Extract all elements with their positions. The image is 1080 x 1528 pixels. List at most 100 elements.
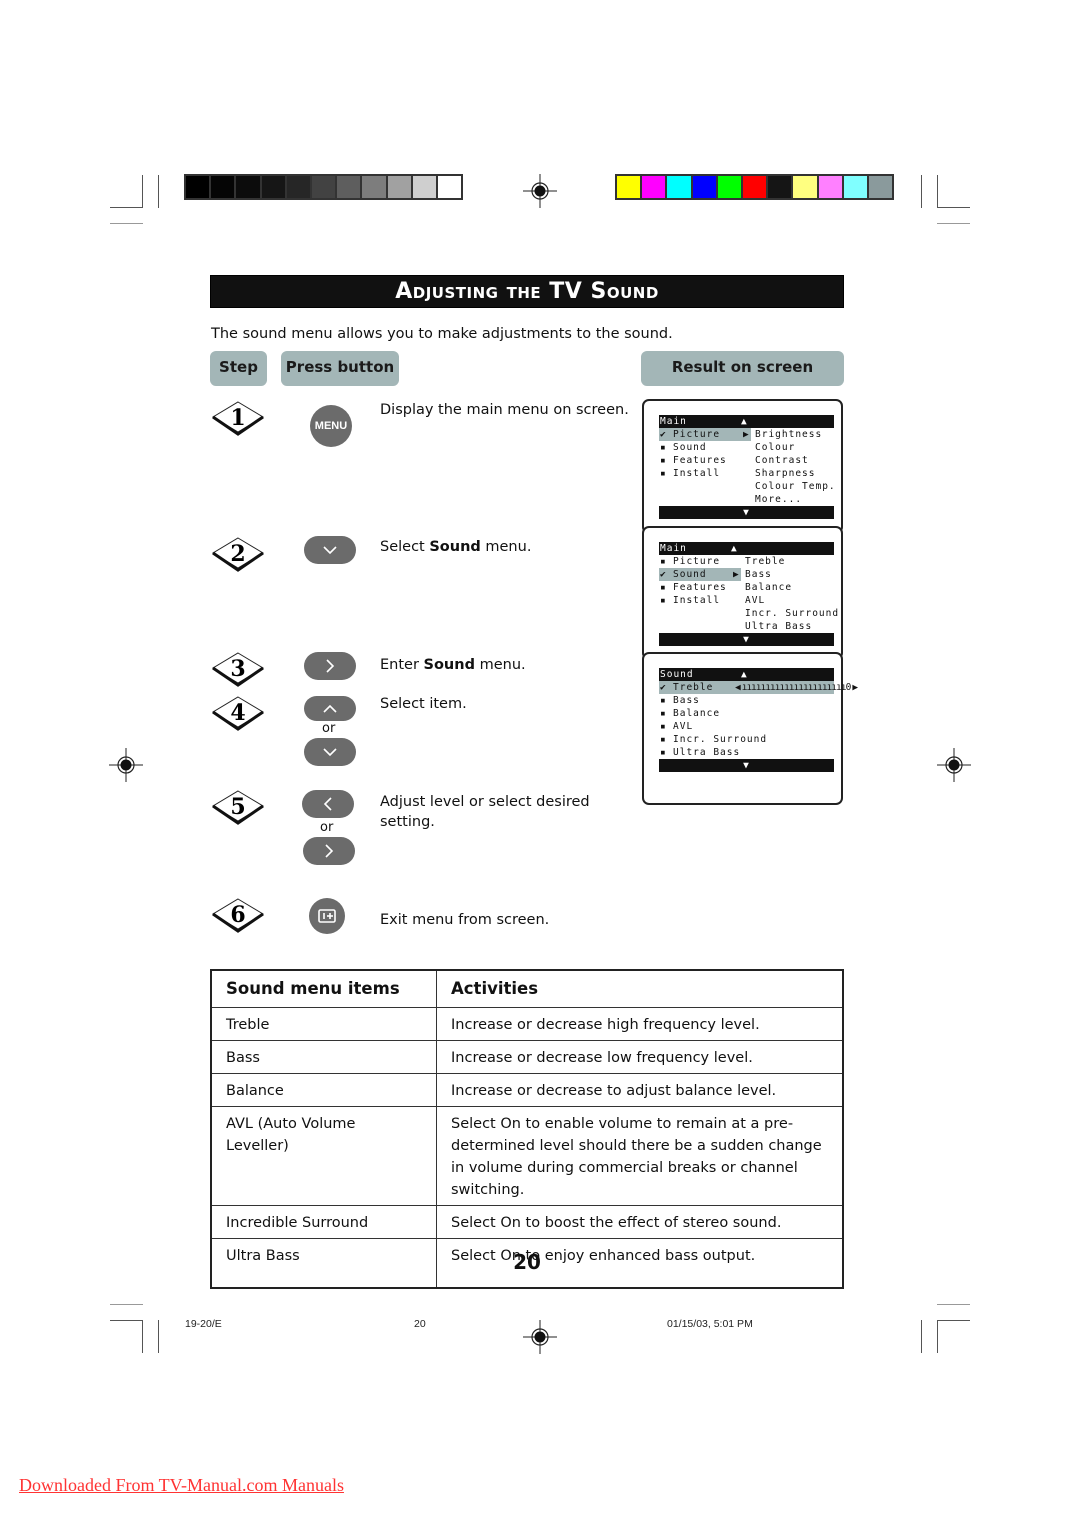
result-column-header: Result on screen	[641, 351, 844, 386]
page-number: 20	[513, 1250, 541, 1274]
or-label: or	[322, 721, 336, 736]
exit-osd-button[interactable]	[309, 898, 345, 934]
step-number: 1	[230, 405, 245, 431]
crop-mark	[110, 223, 143, 224]
step-3-text-post: menu.	[474, 657, 526, 673]
gray-swatch	[412, 176, 438, 198]
color-swatch	[667, 176, 693, 198]
activity-cell: Increase or decrease low frequency level…	[436, 1040, 844, 1074]
osd-submenu-item: Colour	[755, 442, 796, 453]
crop-mark	[158, 175, 159, 208]
sound-menu-items-table: Sound menu items Activities Treble Increa…	[210, 969, 844, 1289]
gray-swatch	[261, 176, 287, 198]
table-row: Balance Increase or decrease to adjust ba…	[210, 1073, 844, 1107]
table-row: Incredible Surround Select On to boost th…	[210, 1205, 844, 1239]
crop-mark	[937, 1320, 938, 1353]
scroll-down-icon: ▼	[659, 633, 834, 646]
download-source-link[interactable]: Downloaded From TV-Manual.com Manuals	[19, 1475, 344, 1496]
bullet-icon: ▪	[660, 595, 667, 606]
activity-cell: Increase or decrease high frequency leve…	[436, 1007, 844, 1041]
gray-swatch	[211, 176, 237, 198]
table-header-row: Sound menu items Activities	[210, 969, 844, 1008]
right-button[interactable]	[304, 652, 356, 680]
chevron-right-icon	[326, 659, 335, 673]
gray-swatch	[311, 176, 338, 198]
or-label: or	[320, 820, 334, 835]
tv-screen-main-sound: Main ▲ ▪ Picture Treble ✔ Sound ▶ Bass ▪ Features B…	[642, 526, 843, 660]
gray-swatch	[362, 176, 388, 198]
step-3-text-bold: Sound	[423, 657, 475, 673]
osd-menu-row: Ultra Bass	[659, 620, 834, 633]
color-swatch	[617, 176, 643, 198]
tv-screen-sound-menu: Sound ▲ ✔ Treble ◀ıııııııııııııııııııııı0▶ ▪ B…	[642, 652, 858, 805]
press-button-column-header: Press button	[281, 351, 399, 386]
step-number-diamond-icon: 2	[212, 537, 264, 572]
check-icon: ✔	[660, 682, 667, 693]
osd-menu-row: Colour Temp.	[659, 480, 835, 493]
osd-menu-row: ▪ Balance	[659, 707, 834, 720]
osd-menu-item: Balance	[673, 708, 721, 719]
gray-swatch	[286, 176, 312, 198]
osd-screen-icon	[318, 909, 336, 923]
color-swatch	[818, 176, 844, 198]
osd-menu-row: More...	[659, 493, 834, 506]
crop-mark	[937, 1320, 970, 1321]
menu-button-label: MENU	[314, 420, 348, 432]
osd-menu-item: AVL	[673, 721, 694, 732]
bullet-icon: ▪	[660, 582, 667, 593]
gray-swatch	[337, 176, 363, 198]
gray-swatch	[236, 176, 262, 198]
down-button[interactable]	[304, 738, 356, 766]
osd-submenu-item: Bass	[745, 569, 772, 580]
osd-submenu-item: Balance	[745, 582, 793, 593]
chevron-left-icon	[323, 797, 332, 811]
step-number-diamond-icon: 4	[212, 696, 264, 731]
scroll-down-icon: ▼	[659, 759, 834, 772]
intro-text: The sound menu allows you to make adjust…	[211, 326, 673, 342]
crop-mark	[937, 223, 970, 224]
bullet-icon: ▪	[660, 747, 667, 758]
color-swatch	[642, 176, 668, 198]
menu-item-cell: Incredible Surround	[210, 1205, 437, 1239]
color-calibration-bar	[615, 174, 894, 200]
step-column-header: Step	[210, 351, 267, 386]
down-button[interactable]	[304, 536, 356, 564]
osd-menu-item: Install	[673, 468, 721, 479]
crop-mark	[937, 1304, 970, 1305]
crop-mark	[921, 1320, 922, 1353]
menu-item-cell: AVL (Auto Volume Leveller)	[210, 1106, 437, 1206]
menu-item-cell: Balance	[210, 1073, 437, 1107]
crop-mark	[110, 1304, 143, 1305]
step-2-text-pre: Select	[380, 539, 430, 555]
crop-mark	[110, 207, 143, 208]
chevron-right-icon	[325, 844, 334, 858]
crop-mark	[158, 1320, 159, 1353]
bullet-icon: ▪	[660, 442, 667, 453]
scroll-up-icon: ▲	[741, 669, 748, 680]
chevron-down-icon	[323, 748, 337, 757]
left-button[interactable]	[302, 790, 354, 818]
up-button[interactable]	[304, 696, 356, 721]
osd-menu-row: ▪ Sound Colour	[659, 441, 834, 454]
osd-menu-item: Treble	[673, 682, 714, 693]
osd-menu-row: ▪ Ultra Bass	[659, 746, 834, 759]
registration-mark-icon	[109, 748, 143, 782]
activity-cell: Select On to enable volume to remain at …	[436, 1106, 844, 1206]
osd-submenu-item: Treble	[745, 556, 786, 567]
activity-cell: Increase or decrease to adjust balance l…	[436, 1073, 844, 1107]
step-3-text: Enter Sound menu.	[380, 655, 526, 675]
check-icon: ✔	[660, 569, 667, 580]
right-button[interactable]	[303, 837, 355, 865]
bullet-icon: ▪	[660, 708, 667, 719]
treble-slider[interactable]: ◀ıııııııııııııııııııııı0▶	[735, 681, 859, 694]
crop-mark	[142, 1320, 143, 1353]
crop-mark	[142, 175, 143, 208]
step-number-diamond-icon: 1	[212, 401, 264, 436]
osd-submenu-item: Contrast	[755, 455, 809, 466]
registration-mark-icon	[523, 1320, 557, 1354]
osd-menu-row: ▪ Incr. Surround	[659, 733, 834, 746]
menu-button[interactable]: MENU	[310, 405, 352, 447]
table-header-activities: Activities	[436, 969, 844, 1008]
osd-header-title: Sound	[660, 669, 694, 680]
osd-menu-row: ▪ Install Sharpness	[659, 467, 834, 480]
